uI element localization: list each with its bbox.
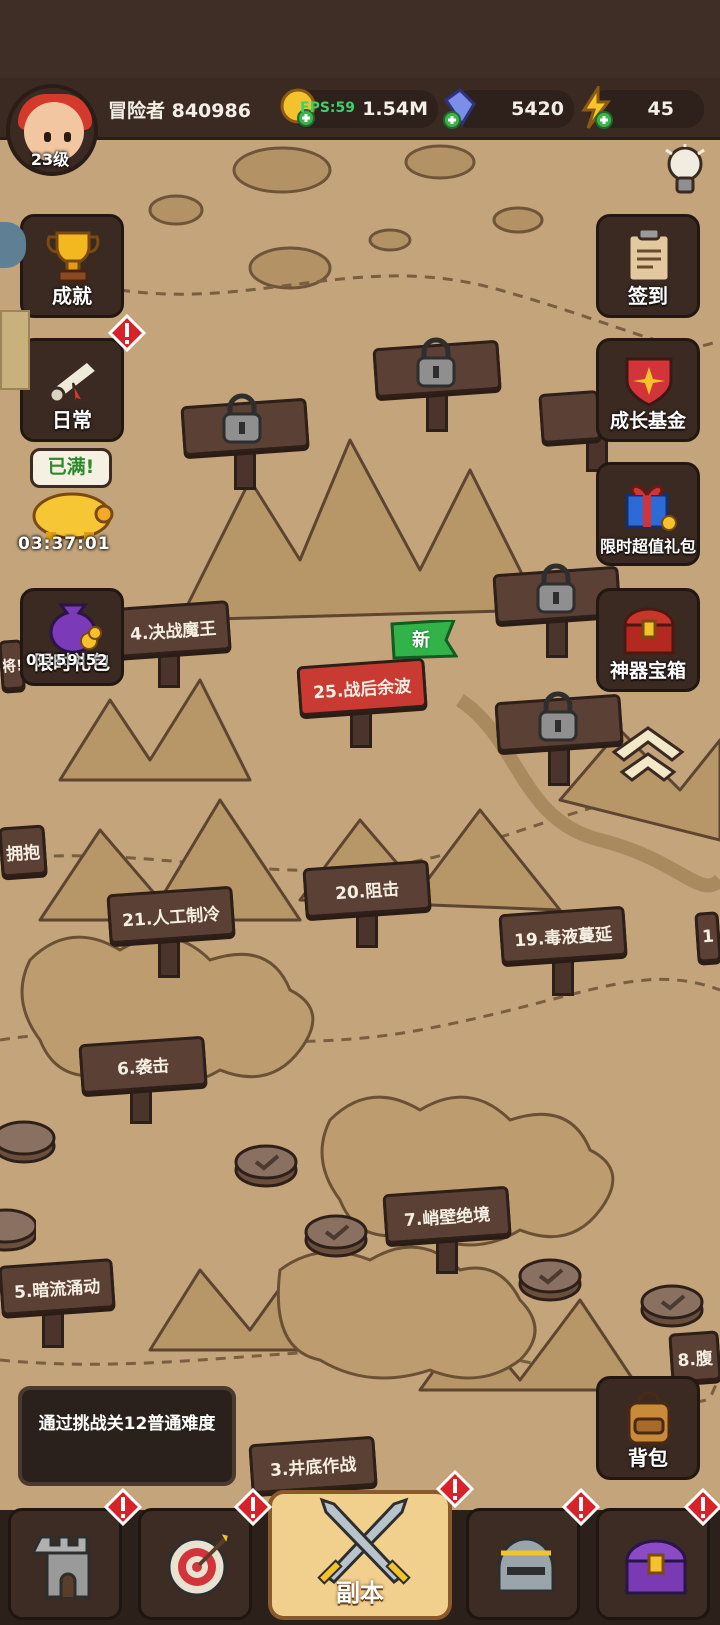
shield-badge-icon [625,357,673,407]
diamond-icon [443,88,476,129]
alert-badge-tab [683,1487,720,1527]
new-badge-label: 新 [412,630,430,651]
new-stage-flag: 新 [390,618,459,660]
daily-button[interactable]: 日常 [20,338,124,442]
lock-icon [536,563,576,614]
lightbulb-icon[interactable] [662,144,708,200]
gem-counter[interactable]: 5420 [443,88,574,129]
backpack-icon [627,1391,671,1445]
check-in-button[interactable]: 签到 [596,214,700,318]
tab-dungeon-active[interactable]: 副本 [268,1490,452,1620]
alert-badge-daily [107,313,147,353]
stage-sign-25-current[interactable]: 25.战后余波 [296,657,428,717]
clipboard-icon [627,227,671,283]
scroll-up-chevron-icon[interactable] [608,722,688,788]
alert-icon [561,1487,601,1527]
piggy-full-bubble: 已满! [30,448,112,488]
target-icon [167,1532,231,1597]
tower-icon [33,1535,91,1599]
scroll-icon [48,359,100,406]
daily-label: 日常 [52,408,92,432]
fps-counter: FPS:59 [300,100,355,116]
stage-sign-21[interactable]: 21.人工制冷 [106,885,236,945]
completed-stage-stump[interactable] [232,1136,300,1190]
stage-sign-right-edge[interactable]: 1 [694,911,720,963]
completed-stage-stump[interactable] [638,1276,706,1330]
achievements-label: 成就 [52,284,92,308]
completed-stage-stump[interactable] [0,1200,36,1254]
stage-sign-hug[interactable]: 拥抱 [0,824,48,878]
stage-sign-7[interactable]: 7.峭壁绝境 [382,1185,512,1245]
completed-stage-stump[interactable] [0,1112,56,1166]
growth-fund-button[interactable]: 成长基金 [596,338,700,442]
completed-stage-stump[interactable] [302,1206,370,1260]
backpack-button[interactable]: 背包 [596,1376,700,1480]
stage-sign-6[interactable]: 6.袭击 [78,1035,208,1095]
gift-box-icon [625,484,677,531]
completed-stage-stump[interactable] [516,1250,584,1304]
lock-icon [416,337,456,388]
status-bar-area [0,0,720,78]
stage-sign-24[interactable]: 4.决战魔王 [114,600,232,658]
energy-counter[interactable]: 45 [581,86,704,129]
lock-icon [538,691,578,742]
alert-icon [683,1487,720,1527]
quest-tracker[interactable]: 通过挑战关12普通难度 [18,1386,236,1486]
gem-amount: 5420 [511,98,564,120]
piggy-timer: 03:37:01 [18,534,111,554]
locked-stage-sign[interactable] [538,389,602,445]
alert-icon [233,1487,273,1527]
alert-icon [435,1469,475,1509]
limited-pack-button[interactable]: 限时礼包 [20,588,124,686]
check-in-label: 签到 [628,284,668,308]
avatar-eye-left [44,132,51,142]
edge-side-panel[interactable] [0,310,30,390]
artifact-chest-button[interactable]: 神器宝箱 [596,588,700,692]
alert-badge-tab [103,1487,143,1527]
stage-sign-19[interactable]: 19.毒液蔓延 [498,905,628,965]
energy-amount: 45 [647,98,674,120]
chest-icon [625,1539,687,1595]
coin-amount: 1.54M [362,98,428,120]
money-bag-icon [49,603,102,653]
alert-icon [107,313,147,353]
stage-sign-20[interactable]: 20.阻击 [302,859,432,919]
player-name: 冒险者 840986 [108,99,251,122]
achievements-button[interactable]: 成就 [20,214,124,318]
stage-sign-3[interactable]: 3.井底作战 [248,1435,378,1495]
artifact-chest-label: 神器宝箱 [609,660,686,682]
alert-badge-tab [561,1487,601,1527]
growth-fund-label: 成长基金 [609,410,686,432]
alert-badge-tab [233,1487,273,1527]
tab-dungeon-label: 副本 [336,1579,384,1607]
value-pack-button[interactable]: 限时超值礼包 [596,462,700,566]
limited-pack-timer: 01:59:52 [26,651,109,669]
alert-icon [103,1487,143,1527]
alert-badge-tab [435,1469,475,1509]
backpack-label: 背包 [628,1446,668,1470]
trophy-icon [46,231,100,283]
lightning-icon [581,86,613,129]
value-pack-label: 限时超值礼包 [599,537,696,556]
stage-sign-5[interactable]: 5.暗流涌动 [0,1258,116,1316]
avatar-eye-right [64,132,71,142]
helmet-icon [497,1537,555,1593]
lock-icon [222,393,262,444]
treasure-chest-icon [623,607,675,655]
player-level: 23级 [30,150,70,169]
